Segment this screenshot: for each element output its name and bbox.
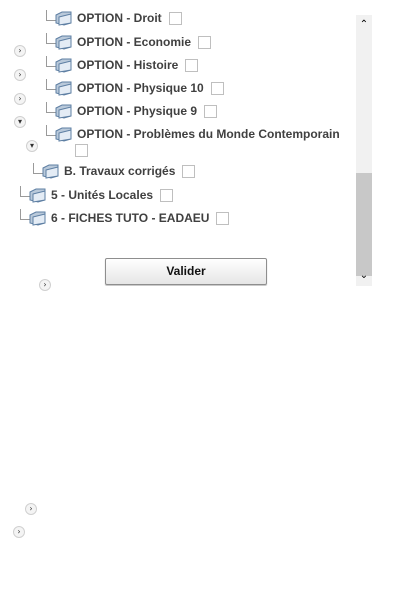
- collapse-icon[interactable]: ▾: [26, 140, 38, 152]
- tree-node-label: OPTION - Droit: [77, 11, 162, 25]
- tree-node-physique-10[interactable]: OPTION - Physique 10: [54, 77, 224, 99]
- tree-node-physique-9[interactable]: OPTION - Physique 9: [54, 100, 218, 122]
- tree-node-histoire[interactable]: OPTION - Histoire: [54, 54, 199, 76]
- tree-node-checkbox[interactable]: [198, 35, 212, 49]
- folder-icon: [42, 164, 59, 179]
- tree-node-checkbox[interactable]: [185, 58, 199, 72]
- tree-node-label: OPTION - Problèmes du Monde Contemporain: [77, 127, 340, 141]
- tree-node-unites-locales[interactable]: 5 - Unités Locales: [28, 184, 174, 206]
- tree-node-label: 6 - FICHES TUTO - EADAEU: [51, 211, 210, 225]
- tree-node-checkbox[interactable]: [204, 104, 218, 118]
- chevron-right-icon[interactable]: ›: [14, 93, 26, 105]
- tree-node-label: OPTION - Physique 9: [77, 104, 198, 118]
- tree-node-label: OPTION - Physique 10: [77, 81, 204, 95]
- scrollbar-thumb[interactable]: [356, 173, 372, 276]
- folder-icon: [55, 127, 72, 142]
- validate-button[interactable]: Valider: [105, 258, 267, 285]
- chevron-right-icon[interactable]: ›: [39, 279, 51, 291]
- tree-node-checkbox[interactable]: [216, 211, 230, 225]
- collapse-icon[interactable]: ▾: [14, 116, 26, 128]
- folder-icon: [55, 104, 72, 119]
- tree-node-fiches-tuto[interactable]: 6 - FICHES TUTO - EADAEU: [28, 207, 230, 229]
- tree-node-checkbox[interactable]: [182, 164, 196, 178]
- folder-icon: [55, 81, 72, 96]
- folder-icon: [55, 11, 72, 26]
- scroll-down-icon[interactable]: ⌄: [356, 269, 372, 283]
- tree-node-droit[interactable]: OPTION - Droit: [54, 7, 182, 29]
- folder-icon: [55, 58, 72, 73]
- tree-node-checkbox[interactable]: [160, 188, 174, 202]
- chevron-right-icon[interactable]: ›: [14, 69, 26, 81]
- scroll-up-icon[interactable]: ⌃: [356, 18, 372, 32]
- folder-icon: [55, 35, 72, 50]
- chevron-right-icon[interactable]: ›: [14, 45, 26, 57]
- chevron-right-icon[interactable]: ›: [25, 503, 37, 515]
- tree-node-checkbox[interactable]: [210, 81, 224, 95]
- tree-node-travaux-corriges[interactable]: B. Travaux corrigés: [41, 160, 196, 182]
- chevron-right-icon[interactable]: ›: [13, 526, 25, 538]
- folder-icon: [29, 211, 46, 226]
- tree-node-label: OPTION - Histoire: [77, 58, 179, 72]
- folder-icon: [29, 188, 46, 203]
- tree-node-label: 5 - Unités Locales: [51, 188, 154, 202]
- tree-node-label: OPTION - Economie: [77, 35, 192, 49]
- tree-panel: OPTION - Droit OPTION - Economie OPTION …: [0, 0, 372, 286]
- tree-node-checkbox[interactable]: [168, 11, 182, 25]
- tree-node-checkbox[interactable]: [75, 144, 88, 157]
- scrollbar[interactable]: ⌃ ⌄: [356, 15, 372, 286]
- tree-node-economie[interactable]: OPTION - Economie: [54, 31, 212, 53]
- tree-node-label: B. Travaux corrigés: [64, 164, 176, 178]
- tree-node-problemes-monde[interactable]: OPTION - Problèmes du Monde Contemporain: [54, 123, 340, 145]
